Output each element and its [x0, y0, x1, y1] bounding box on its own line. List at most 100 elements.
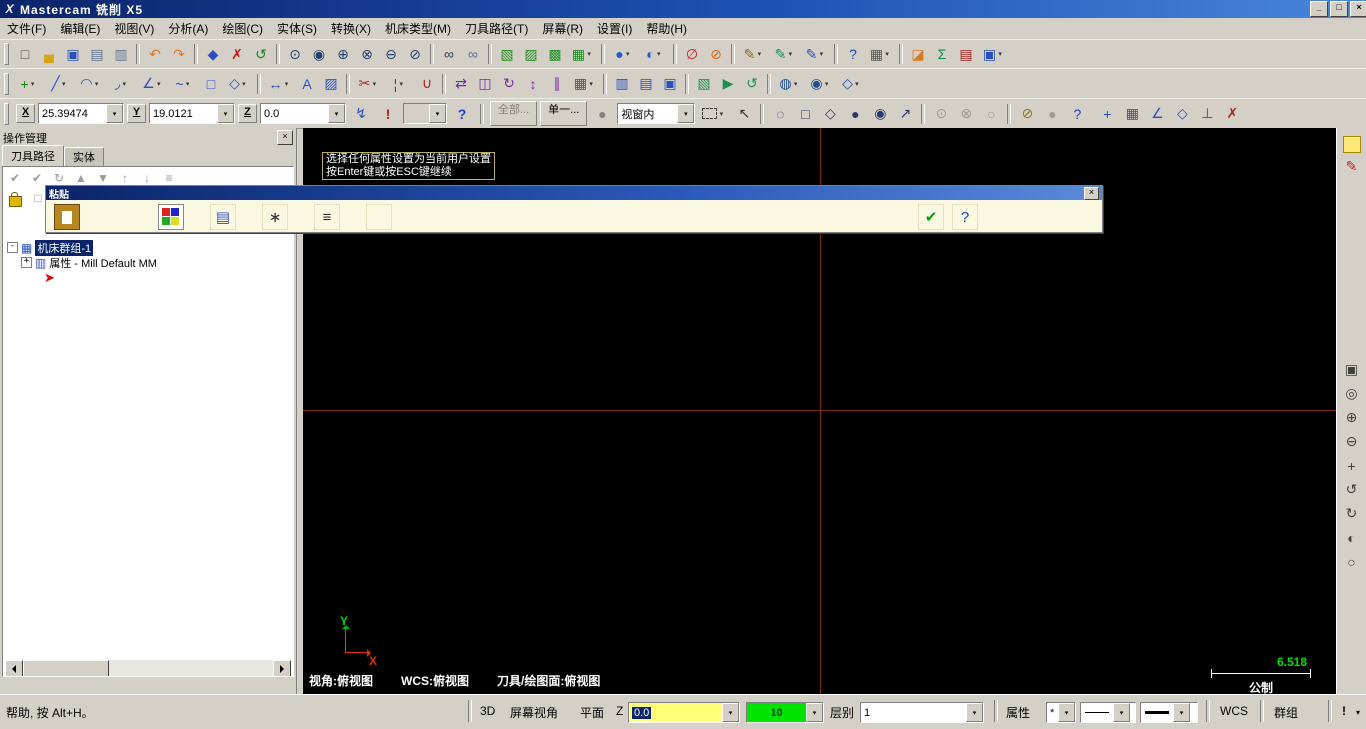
- lock-icon[interactable]: [9, 191, 22, 207]
- y-coordinate-button[interactable]: Y: [127, 104, 146, 123]
- new-file-button[interactable]: □: [13, 43, 37, 65]
- unzoom-80-button[interactable]: ⊘: [403, 43, 427, 65]
- fastpoint-button[interactable]: ↯: [349, 103, 373, 125]
- zoom-in-button[interactable]: ⊕: [1340, 407, 1364, 428]
- feature-recognition-button-dropdown[interactable]: ▾: [792, 80, 800, 88]
- create-fillet-button-dropdown[interactable]: ▾: [120, 80, 128, 88]
- menu-create[interactable]: 绘图(C): [215, 17, 270, 40]
- line-width-combo[interactable]: ▾: [1140, 702, 1198, 723]
- operations-manager-close-button[interactable]: ×: [277, 130, 293, 145]
- prohibit-toggle-button[interactable]: ⊘: [1015, 103, 1039, 125]
- level-value[interactable]: 1: [861, 707, 966, 719]
- line-style-combo[interactable]: ▾: [1080, 702, 1136, 723]
- vector-select-button[interactable]: ↗: [893, 103, 917, 125]
- menu-settings[interactable]: 设置(I): [590, 17, 639, 40]
- right-view-button[interactable]: ▦ ▾: [567, 43, 598, 65]
- stock-setup-button[interactable]: ▧: [692, 73, 716, 95]
- toolpath-editor-button[interactable]: ◉ ▾: [805, 73, 836, 95]
- tree-row-machine-group[interactable]: - ▦ 机床群组-1: [3, 239, 293, 256]
- utilities-button[interactable]: ◇ ▾: [836, 73, 867, 95]
- select-cursor-button[interactable]: ↖: [732, 103, 756, 125]
- tplane-pencil-button-dropdown[interactable]: ▾: [786, 50, 794, 58]
- sphere-select-toggle[interactable]: ●: [1040, 103, 1064, 125]
- repaint-button[interactable]: ∞: [461, 43, 485, 65]
- x-coordinate-combo[interactable]: 25.39474 ▾: [38, 103, 124, 124]
- point-style-value[interactable]: *: [1047, 707, 1058, 719]
- grid-snap-button[interactable]: ▦: [1120, 103, 1144, 125]
- in-window-value[interactable]: 视窗内: [618, 106, 677, 122]
- xform-mirror-button[interactable]: ◫: [473, 73, 497, 95]
- paste-help-button[interactable]: ?: [952, 204, 978, 230]
- in-window-combo[interactable]: 视窗内 ▾: [617, 103, 696, 124]
- dimension-button-dropdown[interactable]: ▾: [283, 80, 291, 88]
- autocursor-settings-button[interactable]: +: [1095, 103, 1119, 125]
- chain-select-button[interactable]: ◌: [768, 103, 792, 125]
- scroll-right-button[interactable]: [273, 660, 291, 676]
- save-file-button[interactable]: ▣: [61, 43, 85, 65]
- dimension-button[interactable]: ↔ ▾: [264, 73, 295, 95]
- scrollbar-track[interactable]: [23, 660, 273, 676]
- collapse-icon[interactable]: -: [7, 242, 18, 253]
- file-convert-button[interactable]: ▤: [85, 43, 109, 65]
- spin-view-button[interactable]: ↻: [1340, 503, 1364, 524]
- material-list-button[interactable]: ▣: [658, 73, 682, 95]
- menu-xform[interactable]: 转换(X): [324, 17, 378, 40]
- tplane-pencil-button[interactable]: ✎ ▾: [769, 43, 800, 65]
- machine-group-label[interactable]: 机床群组-1: [35, 239, 94, 256]
- wireframe-toggle-button[interactable]: ○: [1340, 551, 1364, 572]
- analyze-entity-button[interactable]: ◆: [201, 43, 225, 65]
- undelete-button[interactable]: ↺: [249, 43, 273, 65]
- xform-array-button[interactable]: ▦ ▾: [569, 73, 600, 95]
- x-coordinate-value[interactable]: 25.39474: [39, 108, 106, 120]
- select-all-ops-button[interactable]: ✔: [5, 169, 25, 187]
- trim-button-dropdown[interactable]: ▾: [370, 80, 378, 88]
- join-button[interactable]: ∪: [415, 73, 439, 95]
- alert-status-button[interactable]: !: [1338, 702, 1350, 720]
- set-line-width-button[interactable]: [366, 204, 392, 230]
- clear-colors-button[interactable]: ∞: [437, 43, 461, 65]
- zoom-in-out-button[interactable]: ⊕: [331, 43, 355, 65]
- xform-rotate-button[interactable]: ↻: [497, 73, 521, 95]
- y-coordinate-value[interactable]: 19.0121: [150, 108, 217, 120]
- scroll-left-button[interactable]: [5, 660, 23, 676]
- break-button-dropdown[interactable]: ▾: [397, 80, 405, 88]
- control-def-button[interactable]: ▤: [634, 73, 658, 95]
- toolbar-drag-handle[interactable]: [4, 43, 9, 65]
- run-addin-button[interactable]: ◪: [906, 43, 930, 65]
- area-select-button[interactable]: ◉: [868, 103, 892, 125]
- top-view-button[interactable]: ▨: [519, 43, 543, 65]
- create-arc-button[interactable]: ◠ ▾: [75, 73, 106, 95]
- z-depth-combo[interactable]: 0.0 ▾: [628, 702, 740, 723]
- polygon-select-button[interactable]: ◇: [818, 103, 842, 125]
- report-button[interactable]: ▤: [954, 43, 978, 65]
- whats-this-button[interactable]: ?: [841, 43, 865, 65]
- set-color-button[interactable]: [158, 204, 184, 230]
- xform-offset-button[interactable]: ∥: [545, 73, 569, 95]
- level-combo[interactable]: 1 ▾: [860, 702, 984, 723]
- selection-bar-handle[interactable]: [4, 102, 9, 125]
- maximize-button[interactable]: □: [1330, 1, 1348, 17]
- create-spline-button[interactable]: ~ ▾: [168, 73, 199, 95]
- paste-button[interactable]: [54, 204, 80, 230]
- redo-button[interactable]: ↷: [167, 43, 191, 65]
- color-value[interactable]: 10: [747, 707, 806, 719]
- plane-button[interactable]: 平面: [576, 702, 608, 723]
- z-coordinate-combo[interactable]: 0.0 ▾: [260, 103, 346, 124]
- menu-view[interactable]: 视图(V): [107, 17, 161, 40]
- y-coordinate-combo[interactable]: 19.0121 ▾: [149, 103, 235, 124]
- unzoom-button[interactable]: ⊖: [379, 43, 403, 65]
- print-button[interactable]: ▥: [109, 43, 133, 65]
- 3d-toggle-button[interactable]: 3D: [476, 702, 499, 720]
- create-polygon-button[interactable]: ◇ ▾: [223, 73, 254, 95]
- set-line-style-button[interactable]: ≡: [314, 204, 340, 230]
- undo-button[interactable]: ↶: [143, 43, 167, 65]
- cplane-pencil-button-dropdown[interactable]: ▾: [755, 50, 763, 58]
- hatch-button[interactable]: ▨: [319, 73, 343, 95]
- create-line-button-dropdown[interactable]: ▾: [60, 80, 68, 88]
- backplot-button[interactable]: ↺: [740, 73, 764, 95]
- create-spline-button-dropdown[interactable]: ▾: [184, 80, 192, 88]
- intersect-toggle-button[interactable]: ⊗: [954, 103, 978, 125]
- z-coordinate-dropdown[interactable]: ▾: [328, 104, 345, 123]
- set-level-button[interactable]: ▤: [210, 204, 236, 230]
- grid-settings-button[interactable]: ▦ ▾: [865, 43, 896, 65]
